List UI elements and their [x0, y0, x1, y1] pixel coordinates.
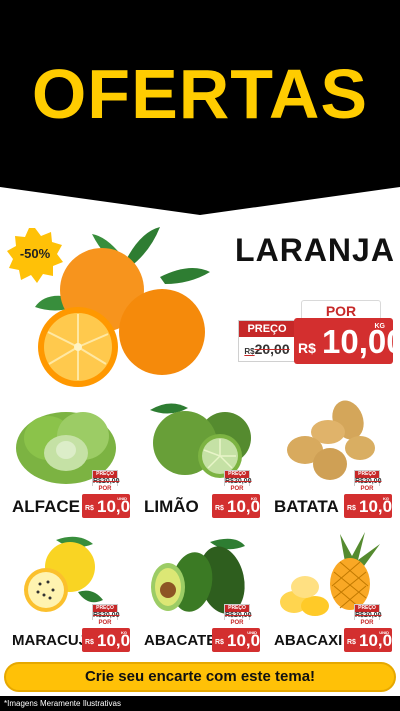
- product-name: ABACATE: [144, 632, 217, 649]
- disclaimer-text: *Imagens Meramente Ilustrativas: [0, 696, 400, 711]
- hero-preco-label: PREÇO: [239, 321, 295, 337]
- price-tag: R$ 10,00 KG: [82, 628, 140, 652]
- price-tag: R$ 10,00 UNID: [212, 628, 270, 652]
- passion-fruit-illustration: [24, 536, 103, 612]
- price-tag: R$ 10,00 UNID: [82, 494, 140, 518]
- old-price-tag: PREÇO R$20,00: [224, 604, 252, 621]
- product-card-abacaxi: ABACAXI PREÇO R$20,00 POR R$ 10,00 UNID: [270, 532, 400, 662]
- hero-price-tag: R$ 10,00 KG: [294, 318, 400, 364]
- pineapple-illustration: [280, 532, 380, 616]
- product-card-abacate: ABACATE PREÇO R$20,00 POR R$ 10,00 UNID: [140, 532, 270, 662]
- price-tag: R$ 10,00 UNID: [344, 628, 400, 652]
- old-price-tag: PREÇO R$20,00: [354, 470, 382, 487]
- product-card-alface: ALFACE PREÇO R$20,00 POR R$ 10,00 UNID: [8, 398, 140, 528]
- price-tag: R$ 10,00 KG: [212, 494, 270, 518]
- old-price-tag: PREÇO R$20,00: [224, 470, 252, 487]
- avocado-illustration: [151, 538, 245, 614]
- page-title: OFERTAS: [31, 55, 369, 133]
- product-card-limao: LIMÃO PREÇO R$20,00 POR R$ 10,00 KG: [140, 398, 270, 528]
- old-price-tag: PREÇO R$20,00: [354, 604, 382, 621]
- hero-por-label: POR: [301, 300, 381, 320]
- price-tag: R$ 10,00 KG: [344, 494, 400, 518]
- product-name: LIMÃO: [144, 497, 199, 516]
- lettuce-illustration: [16, 412, 116, 484]
- hero-currency: R$: [298, 340, 316, 356]
- potato-illustration: [287, 400, 375, 480]
- create-flyer-button[interactable]: Crie seu encarte com este tema!: [4, 662, 396, 692]
- hero-unit: KG: [374, 323, 386, 330]
- lime-illustration: [150, 403, 251, 478]
- discount-label: -50%: [19, 246, 51, 261]
- product-card-maracuja: MARACUJÁ PREÇO R$20,00 POR R$ 10,00 KG: [8, 532, 140, 662]
- old-price-tag: PREÇO R$20,00: [92, 604, 120, 621]
- product-name: ABACAXI: [274, 632, 343, 649]
- product-name: ALFACE: [12, 497, 80, 516]
- product-card-batata: BATATA PREÇO R$20,00 POR R$ 10,00 KG: [270, 398, 400, 528]
- hero-old-price: R$20,00: [244, 341, 290, 357]
- old-price-tag: PREÇO R$20,00: [92, 470, 120, 487]
- hero-old-price-tag: PREÇO R$20,00: [238, 320, 296, 362]
- product-name: BATATA: [274, 497, 339, 516]
- hero-product-name: LARANJA: [235, 232, 395, 268]
- hero-price: 10,00: [322, 323, 400, 360]
